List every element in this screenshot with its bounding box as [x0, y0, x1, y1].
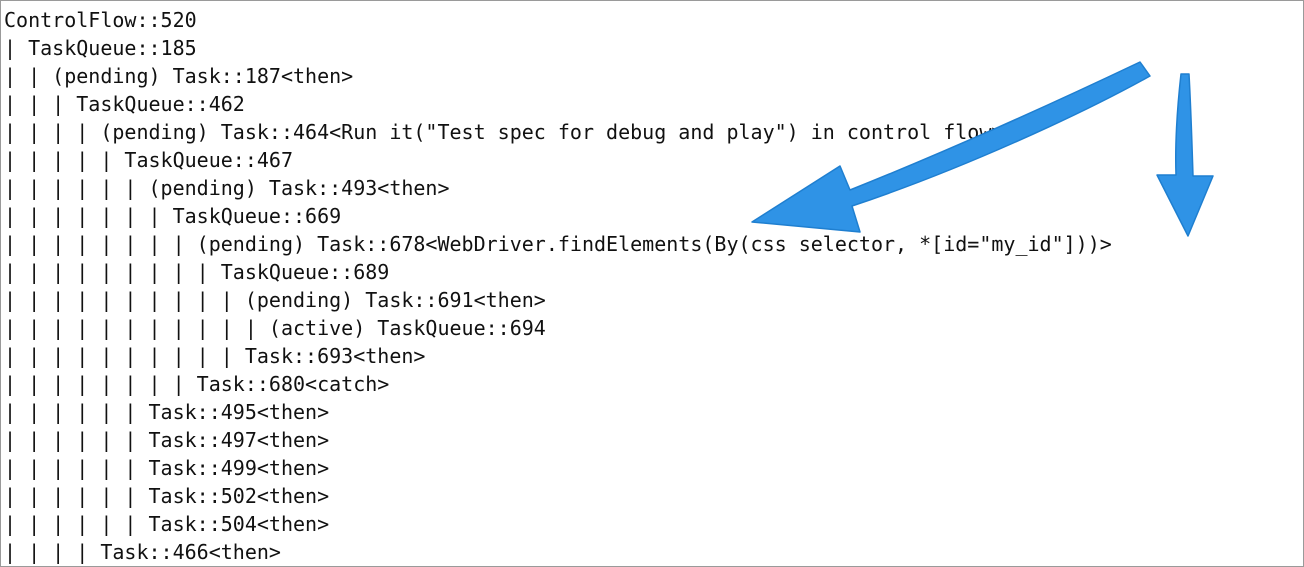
- console-line: | | | TaskQueue::462: [4, 92, 245, 116]
- console-line: | | | | | TaskQueue::467: [4, 148, 293, 172]
- console-line: | | | | | | | | | | | (active) TaskQueue…: [4, 316, 546, 340]
- console-line: | | | | | | | | | | (pending) Task::691<…: [4, 288, 546, 312]
- control-flow-dump: ControlFlow::520| TaskQueue::185| | (pen…: [4, 6, 1112, 566]
- console-line: | | | | | | | | (pending) Task::678<WebD…: [4, 232, 1112, 256]
- console-line: | | (pending) Task::187<then>: [4, 64, 354, 88]
- console-line: | | | | | | Task::495<then>: [4, 400, 330, 424]
- console-line: | | | | (pending) Task::464<Run it("Test…: [4, 120, 1004, 144]
- console-line: | | | | | | Task::499<then>: [4, 456, 330, 480]
- console-line: | | | | Task::466<then>: [4, 540, 281, 564]
- console-line: | | | | | | Task::504<then>: [4, 512, 330, 536]
- console-line: | | | | | | (pending) Task::493<then>: [4, 176, 450, 200]
- console-output-panel: ControlFlow::520| TaskQueue::185| | (pen…: [0, 0, 1304, 567]
- console-line: | | | | | | | TaskQueue::669: [4, 204, 342, 228]
- console-line: | | | | | | | | | TaskQueue::689: [4, 260, 390, 284]
- console-line: | | | | | | | | | | Task::693<then>: [4, 344, 426, 368]
- console-line: | | | | | | Task::502<then>: [4, 484, 330, 508]
- console-line: | | | | | | Task::497<then>: [4, 428, 330, 452]
- console-line: | TaskQueue::185: [4, 36, 197, 60]
- console-line: ControlFlow::520: [4, 8, 197, 32]
- console-line: | | | | | | | | Task::680<catch>: [4, 372, 390, 396]
